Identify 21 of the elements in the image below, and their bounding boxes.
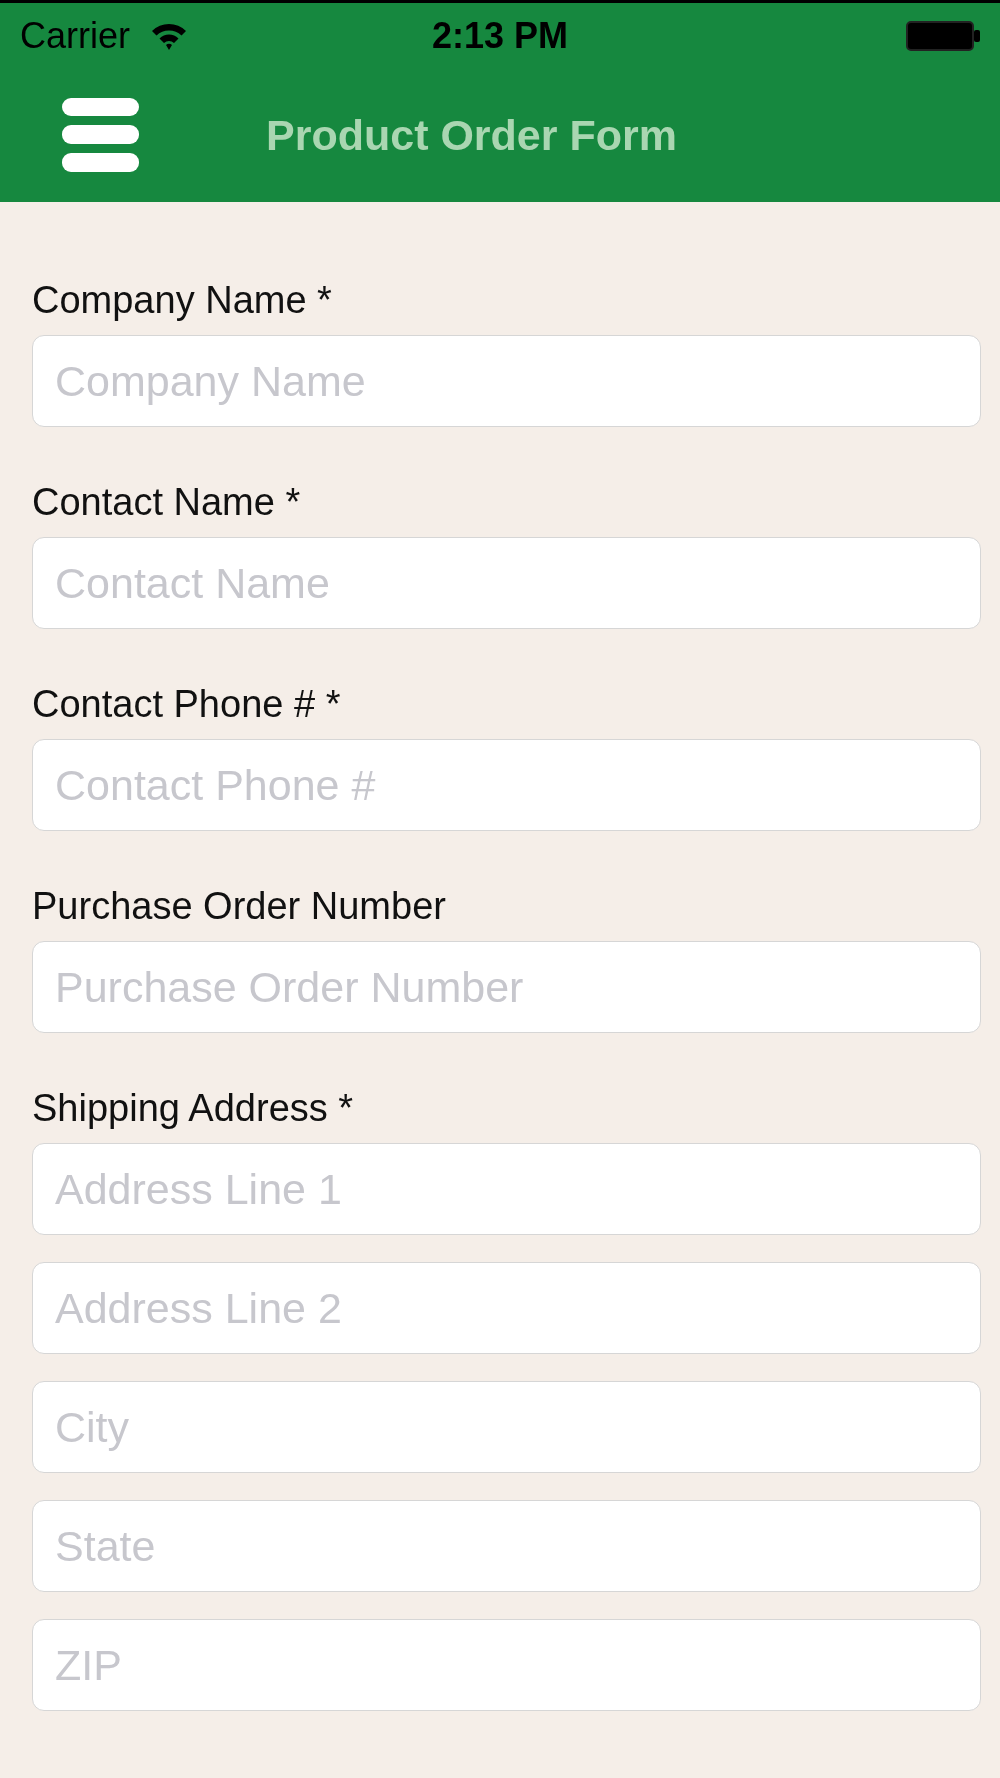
menu-icon — [62, 98, 139, 172]
field-label: Company Name * — [32, 278, 333, 323]
input-field[interactable]: Address Line 1 — [32, 1143, 981, 1235]
menu-button[interactable] — [62, 98, 139, 172]
wifi-icon — [150, 21, 188, 50]
input-field[interactable]: Company Name — [32, 335, 981, 427]
page-title: Product Order Form — [266, 110, 677, 161]
field-label: Contact Name * — [32, 480, 302, 525]
carrier-label: Carrier — [20, 15, 130, 56]
input-field[interactable]: Contact Name — [32, 537, 981, 629]
battery-icon — [906, 20, 980, 51]
clock-time: 2:13 PM — [431, 15, 569, 56]
input-field[interactable]: ZIP — [32, 1619, 981, 1711]
field-label: Contact Phone # * — [32, 682, 342, 727]
input-field[interactable]: State — [32, 1500, 981, 1592]
input-field[interactable]: Purchase Order Number — [32, 941, 981, 1033]
input-field[interactable]: City — [32, 1381, 981, 1473]
input-field[interactable]: Address Line 2 — [32, 1262, 981, 1354]
field-label: Purchase Order Number — [32, 884, 447, 929]
field-label: Shipping Address * — [32, 1086, 355, 1131]
input-field[interactable]: Contact Phone # — [32, 739, 981, 831]
